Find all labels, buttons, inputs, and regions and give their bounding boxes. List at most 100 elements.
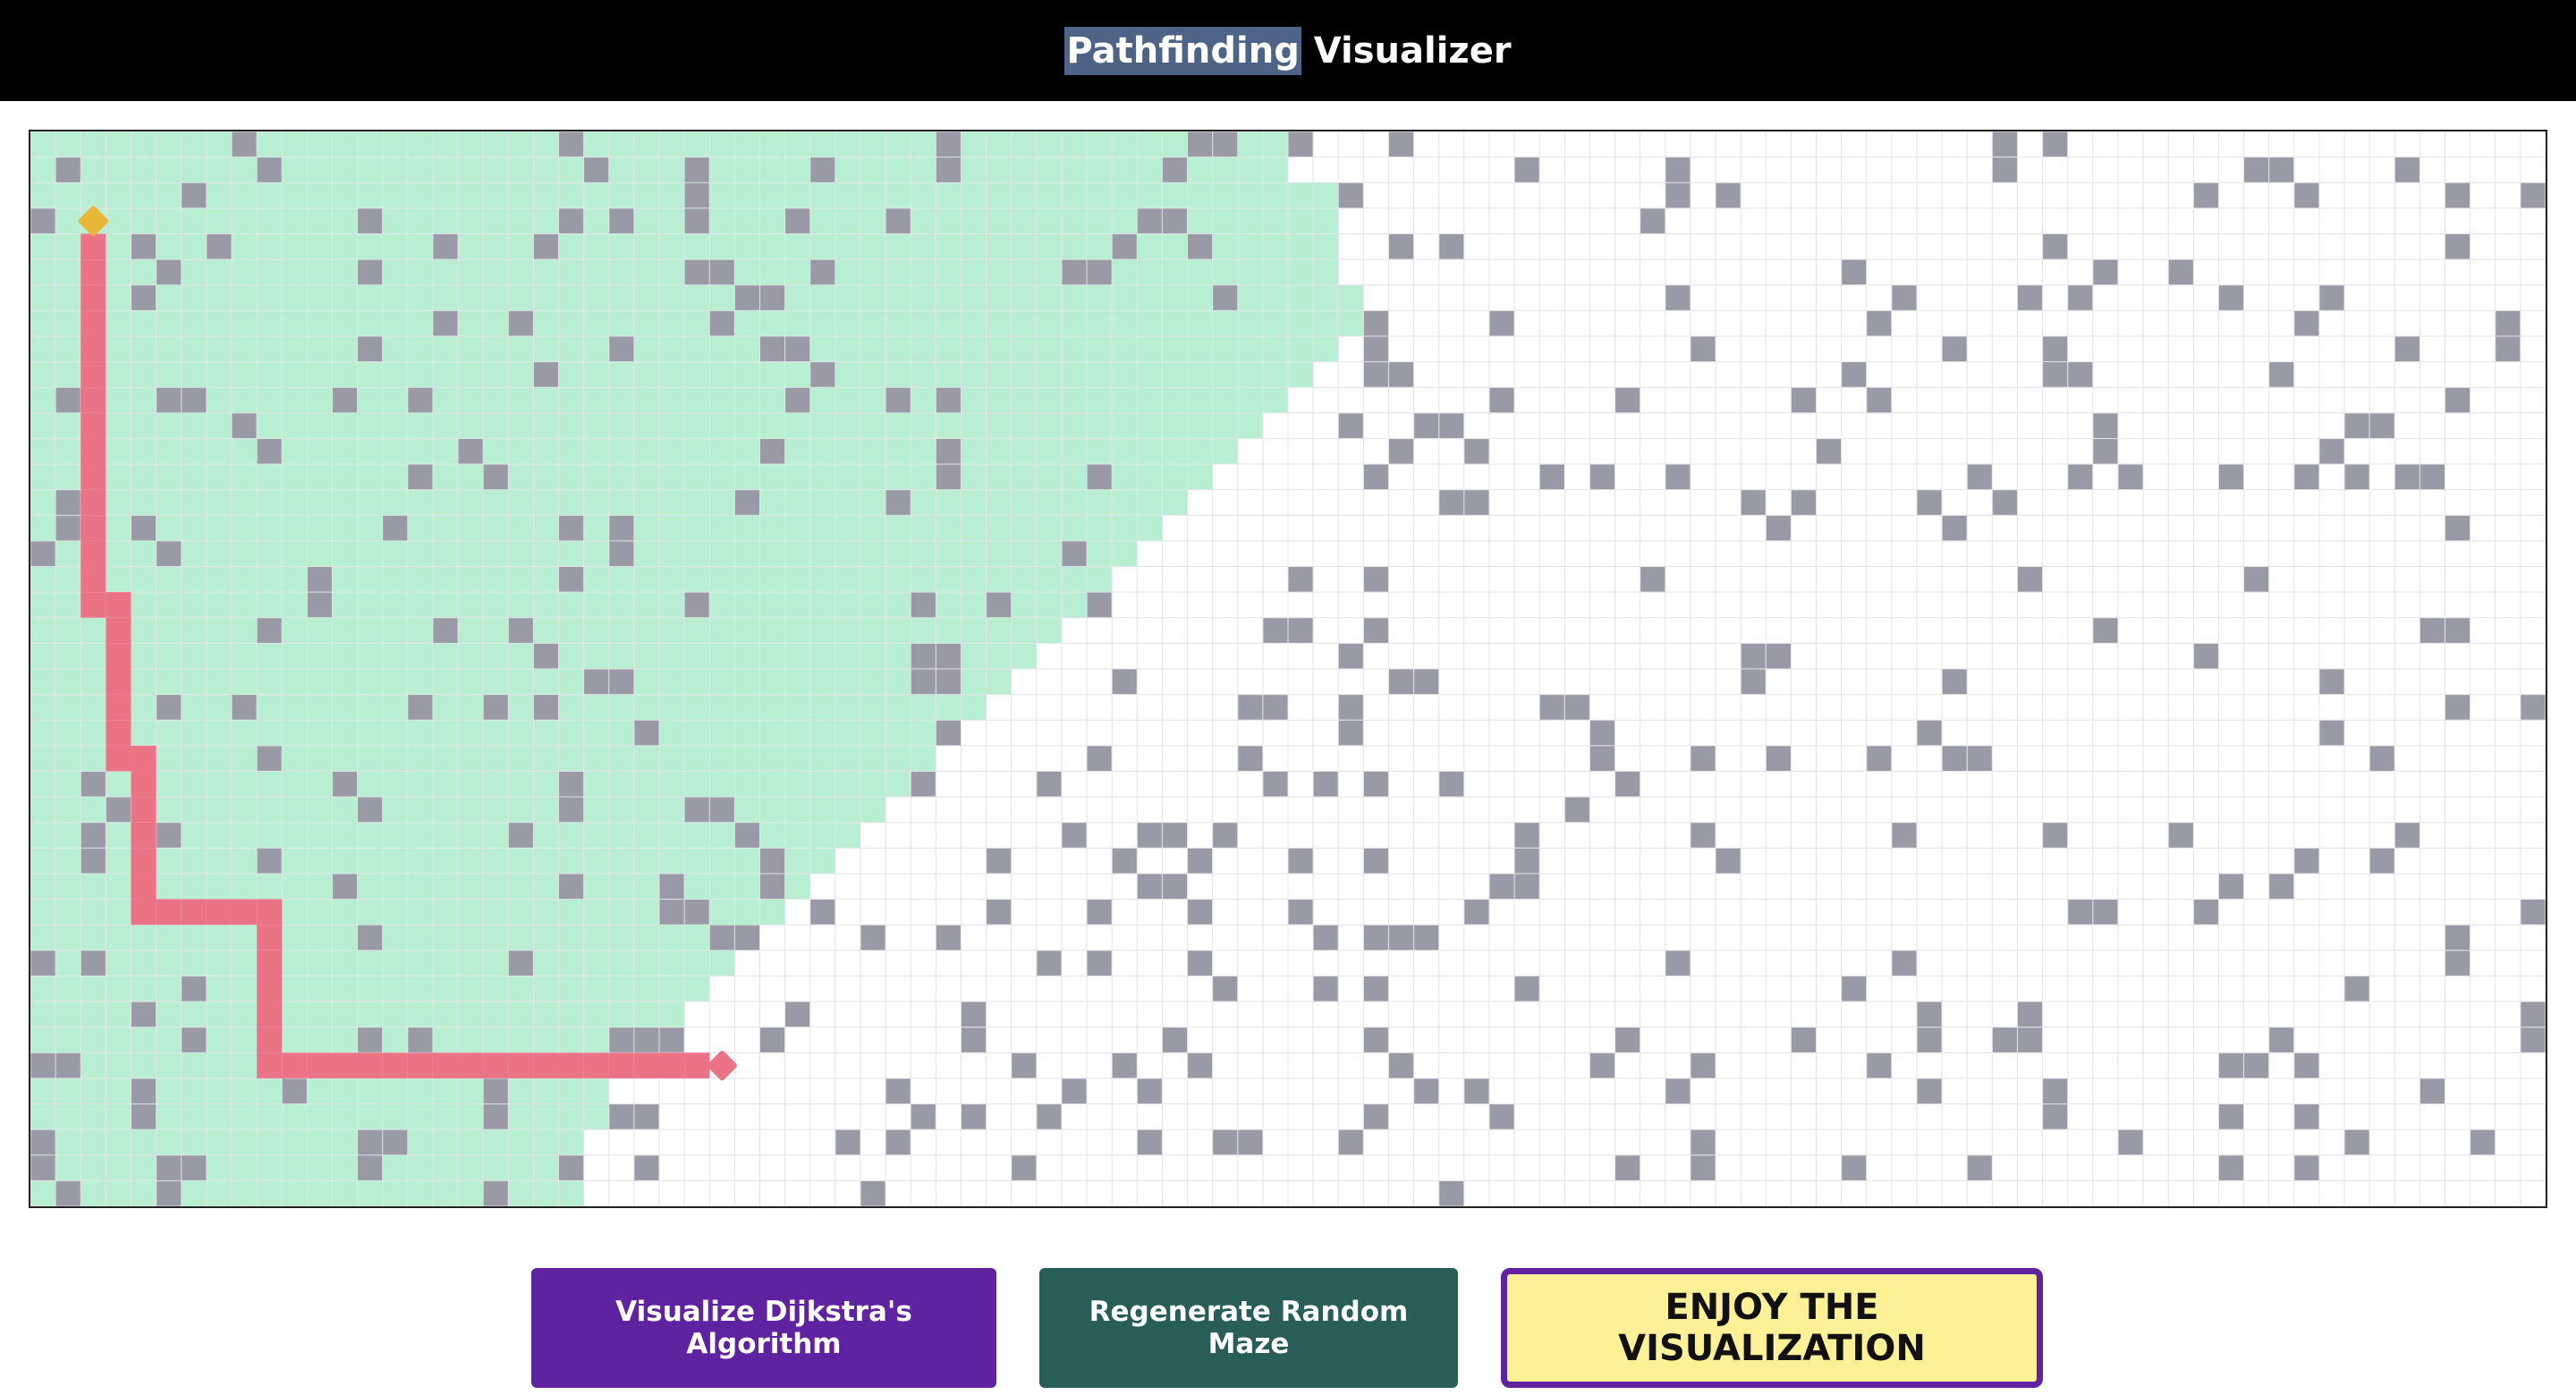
wall-cell[interactable] bbox=[734, 285, 759, 310]
enjoy-visualization-button[interactable]: ENJOY THE VISUALIZATION bbox=[1501, 1268, 2043, 1388]
wall-cell[interactable] bbox=[2319, 285, 2344, 310]
wall-cell[interactable] bbox=[2043, 1078, 2068, 1104]
wall-cell[interactable] bbox=[1162, 823, 1188, 848]
path-cell[interactable] bbox=[206, 899, 232, 926]
wall-cell[interactable] bbox=[987, 900, 1012, 925]
wall-cell[interactable] bbox=[1917, 1002, 1942, 1027]
wall-cell[interactable] bbox=[157, 1155, 182, 1180]
wall-cell[interactable] bbox=[1842, 1155, 1867, 1180]
wall-cell[interactable] bbox=[433, 310, 458, 336]
path-cell[interactable] bbox=[382, 1053, 408, 1078]
wall-cell[interactable] bbox=[2043, 823, 2068, 848]
wall-cell[interactable] bbox=[1087, 259, 1112, 285]
wall-cell[interactable] bbox=[1942, 515, 1967, 541]
wall-cell[interactable] bbox=[2445, 233, 2470, 259]
wall-cell[interactable] bbox=[2017, 567, 2043, 592]
wall-cell[interactable] bbox=[1766, 643, 1791, 669]
wall-cell[interactable] bbox=[433, 618, 458, 643]
path-cell[interactable] bbox=[684, 1053, 710, 1078]
wall-cell[interactable] bbox=[2093, 259, 2118, 285]
wall-cell[interactable] bbox=[2445, 618, 2470, 643]
wall-cell[interactable] bbox=[2419, 1078, 2445, 1104]
wall-cell[interactable] bbox=[55, 515, 80, 541]
wall-cell[interactable] bbox=[1338, 695, 1363, 720]
wall-cell[interactable] bbox=[1012, 1155, 1037, 1180]
wall-cell[interactable] bbox=[257, 438, 282, 464]
wall-cell[interactable] bbox=[1514, 874, 1539, 900]
wall-cell[interactable] bbox=[734, 925, 759, 951]
wall-cell[interactable] bbox=[106, 797, 131, 823]
wall-cell[interactable] bbox=[1867, 310, 1892, 336]
path-cell[interactable] bbox=[80, 284, 106, 311]
path-cell[interactable] bbox=[608, 1053, 634, 1078]
wall-cell[interactable] bbox=[936, 438, 961, 464]
wall-cell[interactable] bbox=[961, 1027, 987, 1053]
wall-cell[interactable] bbox=[2419, 464, 2445, 490]
wall-cell[interactable] bbox=[684, 900, 709, 925]
wall-cell[interactable] bbox=[1037, 951, 1062, 976]
wall-cell[interactable] bbox=[1766, 515, 1791, 541]
wall-cell[interactable] bbox=[2294, 310, 2319, 336]
wall-cell[interactable] bbox=[1363, 771, 1388, 797]
wall-cell[interactable] bbox=[2218, 1053, 2244, 1078]
wall-cell[interactable] bbox=[2319, 669, 2344, 695]
path-cell[interactable] bbox=[156, 899, 182, 926]
wall-cell[interactable] bbox=[684, 208, 709, 233]
wall-cell[interactable] bbox=[1464, 1078, 1489, 1104]
wall-cell[interactable] bbox=[1690, 746, 1716, 771]
wall-cell[interactable] bbox=[1162, 208, 1188, 233]
wall-cell[interactable] bbox=[759, 285, 785, 310]
wall-cell[interactable] bbox=[2445, 951, 2470, 976]
wall-cell[interactable] bbox=[684, 797, 709, 823]
wall-cell[interactable] bbox=[332, 771, 358, 797]
wall-cell[interactable] bbox=[659, 900, 684, 925]
wall-cell[interactable] bbox=[835, 1129, 860, 1155]
wall-cell[interactable] bbox=[1464, 900, 1489, 925]
wall-cell[interactable] bbox=[232, 695, 257, 720]
wall-cell[interactable] bbox=[759, 1027, 785, 1053]
wall-cell[interactable] bbox=[55, 387, 80, 413]
wall-cell[interactable] bbox=[2394, 336, 2419, 362]
wall-cell[interactable] bbox=[2244, 157, 2269, 182]
wall-cell[interactable] bbox=[80, 848, 106, 874]
wall-cell[interactable] bbox=[358, 925, 383, 951]
wall-cell[interactable] bbox=[232, 413, 257, 438]
wall-cell[interactable] bbox=[182, 387, 207, 413]
wall-cell[interactable] bbox=[2168, 823, 2193, 848]
wall-cell[interactable] bbox=[2319, 720, 2344, 746]
wall-cell[interactable] bbox=[1388, 362, 1414, 387]
wall-cell[interactable] bbox=[1942, 746, 1967, 771]
wall-cell[interactable] bbox=[1213, 131, 1238, 157]
wall-cell[interactable] bbox=[1037, 771, 1062, 797]
wall-cell[interactable] bbox=[1363, 976, 1388, 1002]
wall-cell[interactable] bbox=[2344, 413, 2369, 438]
wall-cell[interactable] bbox=[2269, 362, 2294, 387]
wall-cell[interactable] bbox=[1690, 1155, 1716, 1180]
wall-cell[interactable] bbox=[2521, 1002, 2546, 1027]
wall-cell[interactable] bbox=[684, 182, 709, 208]
wall-cell[interactable] bbox=[1188, 951, 1213, 976]
wall-cell[interactable] bbox=[1942, 669, 1967, 695]
wall-cell[interactable] bbox=[759, 874, 785, 900]
wall-cell[interactable] bbox=[936, 643, 961, 669]
wall-cell[interactable] bbox=[1539, 695, 1564, 720]
path-cell[interactable] bbox=[80, 259, 106, 285]
wall-cell[interactable] bbox=[2043, 336, 2068, 362]
wall-cell[interactable] bbox=[684, 157, 709, 182]
wall-cell[interactable] bbox=[80, 951, 106, 976]
wall-cell[interactable] bbox=[433, 233, 458, 259]
wall-cell[interactable] bbox=[2470, 1129, 2496, 1155]
wall-cell[interactable] bbox=[1137, 1078, 1162, 1104]
wall-cell[interactable] bbox=[358, 797, 383, 823]
wall-cell[interactable] bbox=[157, 259, 182, 285]
wall-cell[interactable] bbox=[759, 438, 785, 464]
wall-cell[interactable] bbox=[1087, 746, 1112, 771]
wall-cell[interactable] bbox=[2118, 464, 2143, 490]
path-cell[interactable] bbox=[80, 412, 106, 439]
wall-cell[interactable] bbox=[1615, 1027, 1640, 1053]
wall-cell[interactable] bbox=[1514, 157, 1539, 182]
path-cell[interactable] bbox=[432, 1053, 459, 1078]
wall-cell[interactable] bbox=[2294, 1155, 2319, 1180]
wall-cell[interactable] bbox=[1137, 823, 1162, 848]
wall-cell[interactable] bbox=[80, 771, 106, 797]
